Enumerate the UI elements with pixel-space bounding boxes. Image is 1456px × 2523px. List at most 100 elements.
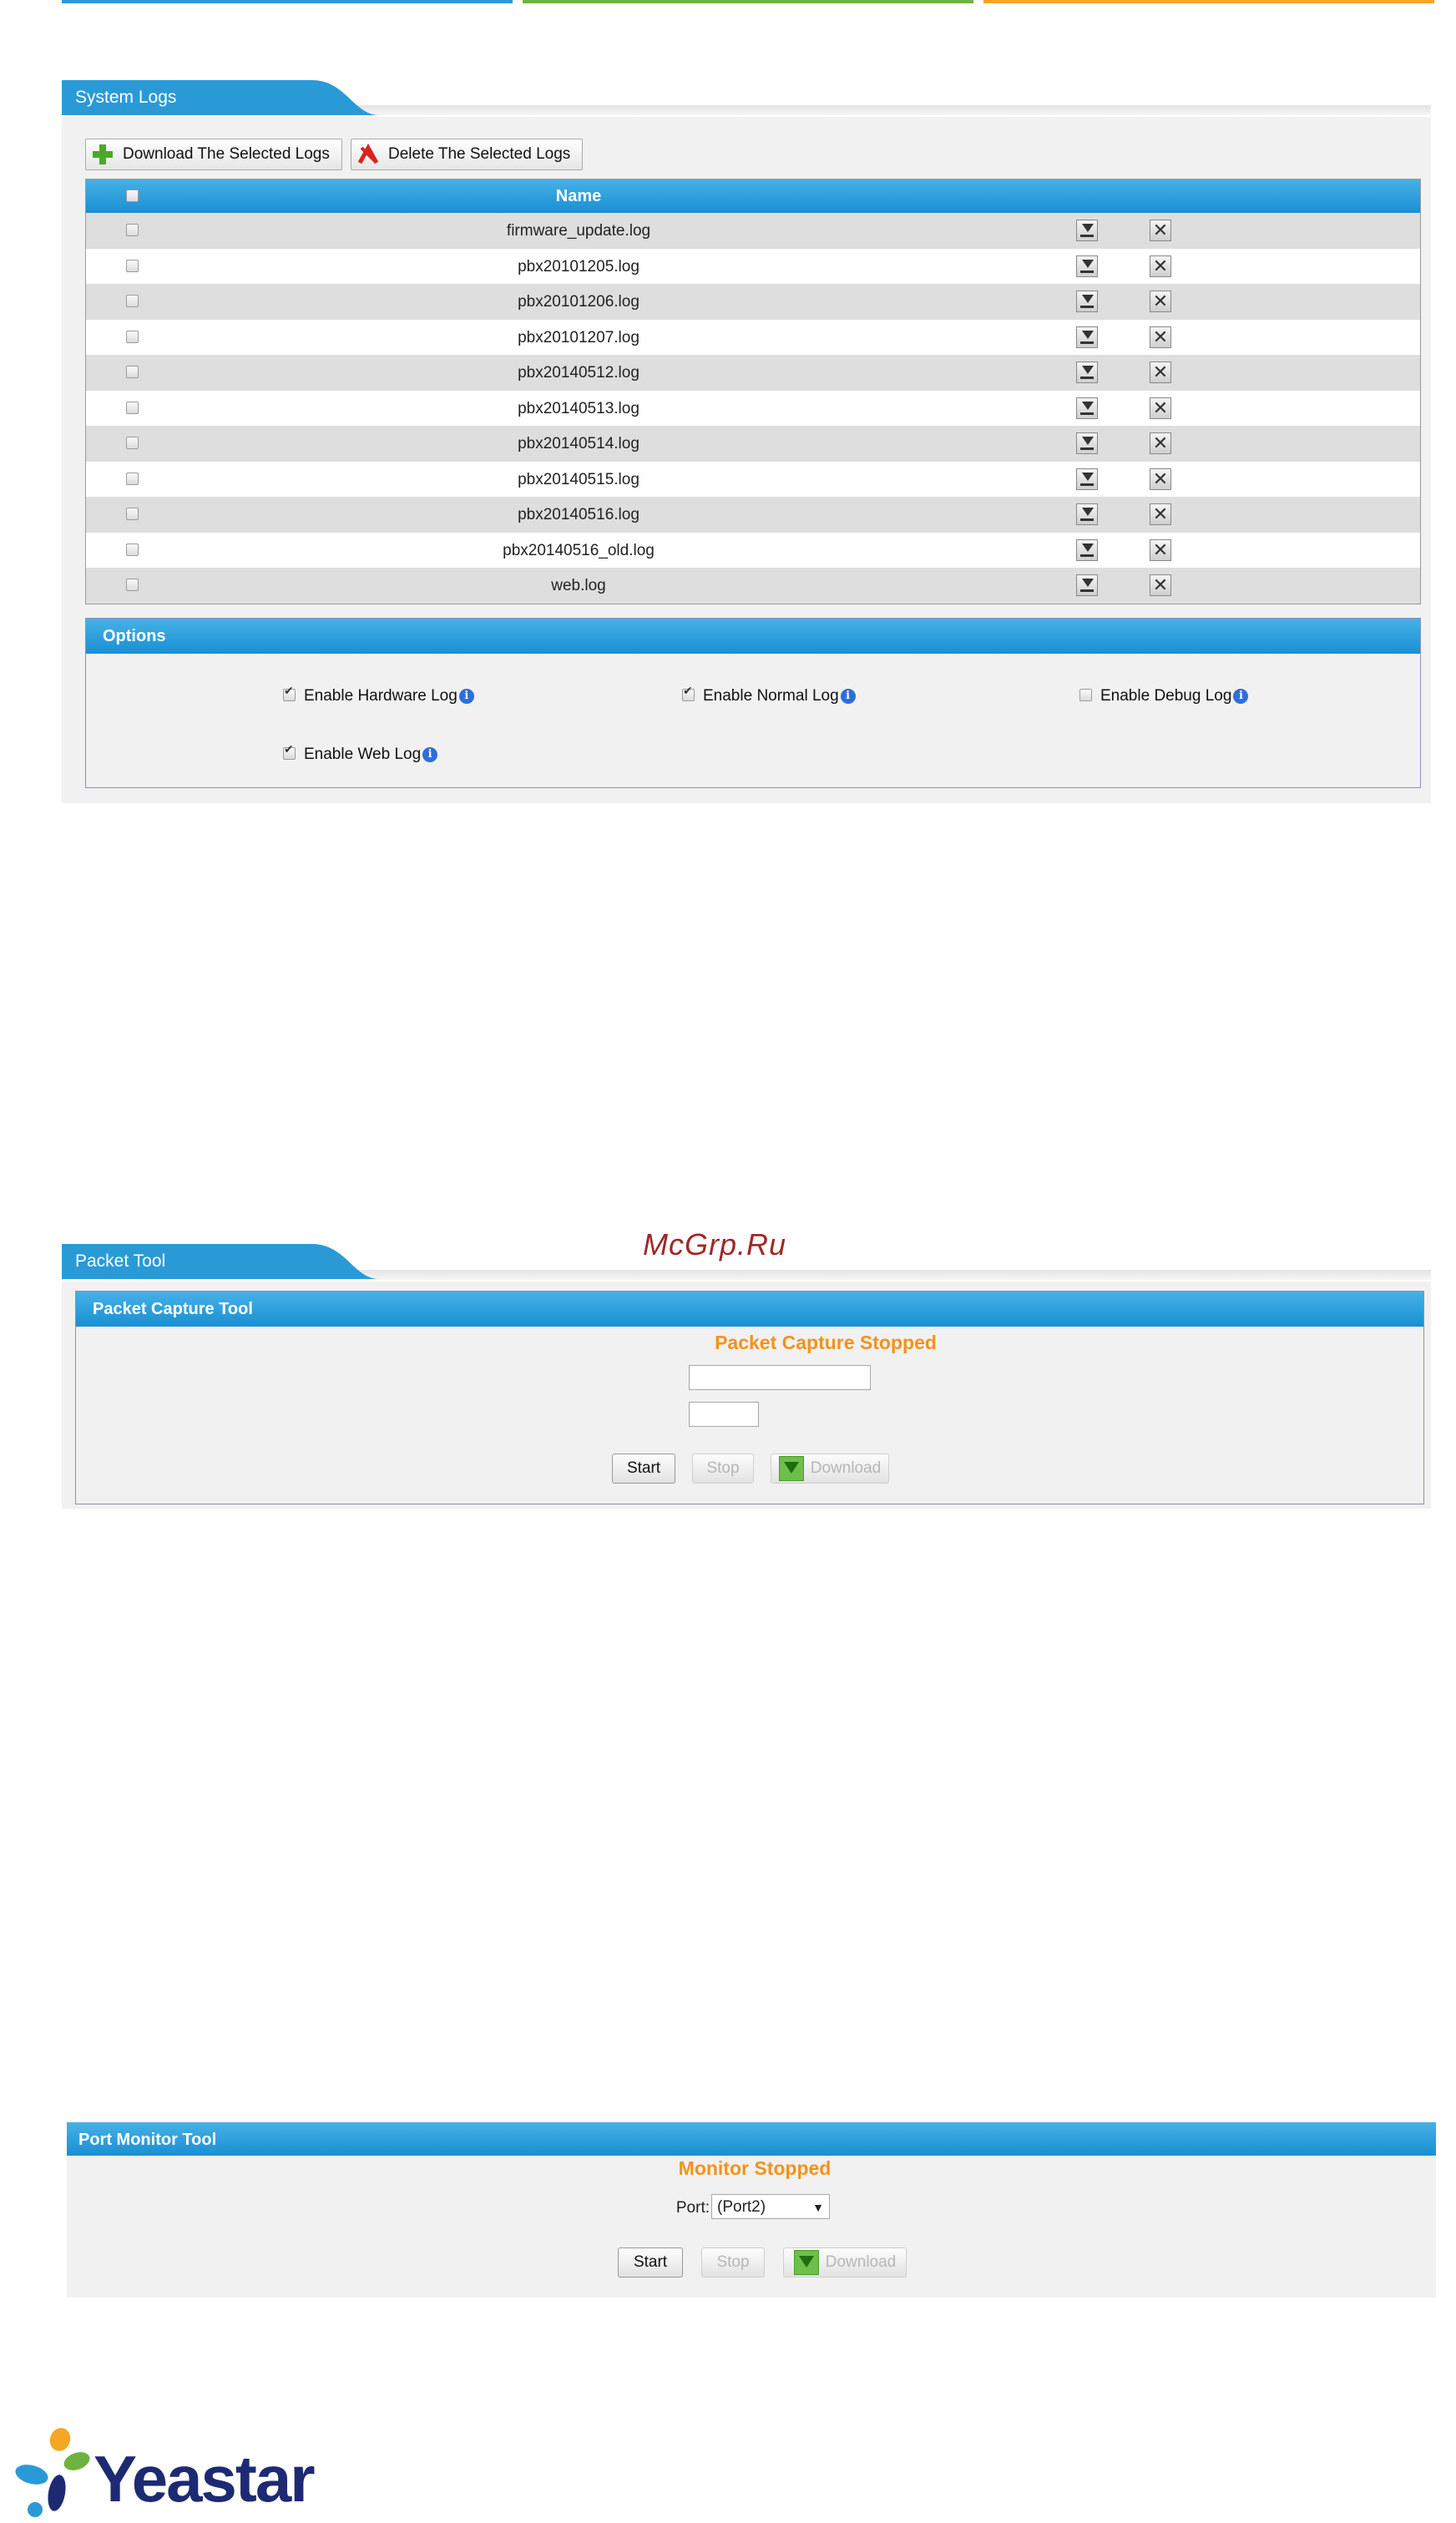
start-capture-button[interactable]: Start [612, 1454, 675, 1484]
start-capture-label: Start [626, 1459, 661, 1477]
download-selected-logs-button[interactable]: Download The Selected Logs [85, 139, 342, 170]
row-select-checkbox[interactable] [126, 401, 139, 414]
log-file-name: firmware_update.log [506, 222, 651, 240]
enable-normal-log-option[interactable]: Enable Normal Logi [682, 687, 856, 705]
enable-normal-log-checkbox[interactable] [682, 689, 695, 701]
table-row: pbx20140514.log ✕ [86, 426, 1420, 462]
enable-debug-log-label: Enable Debug Log [1100, 687, 1232, 705]
start-monitor-button[interactable]: Start [618, 2247, 683, 2278]
log-file-name: pbx20101207.log [518, 328, 640, 346]
download-log-icon[interactable] [1076, 291, 1098, 312]
download-capture-label: Download [810, 1459, 882, 1477]
download-arrow-icon [793, 2250, 819, 2275]
packet-tool-tab: Packet Tool [62, 1244, 379, 1279]
stop-monitor-button[interactable]: Stop [701, 2247, 765, 2278]
download-log-icon[interactable] [1076, 574, 1098, 596]
delete-log-icon[interactable]: ✕ [1150, 362, 1171, 383]
enable-hardware-log-option[interactable]: Enable Hardware Logi [283, 687, 474, 705]
yeastar-logo-text: Yeastar [94, 2442, 316, 2515]
row-select-checkbox[interactable] [126, 330, 139, 343]
delete-selected-logs-label: Delete The Selected Logs [388, 145, 571, 163]
dropdown-arrow-icon: ▼ [812, 2201, 824, 2214]
system-logs-tab: System Logs [62, 80, 379, 115]
download-log-icon[interactable] [1076, 362, 1098, 383]
log-file-name: pbx20140512.log [518, 364, 640, 382]
download-log-icon[interactable] [1076, 255, 1098, 277]
row-select-checkbox[interactable] [126, 366, 139, 378]
yeastar-logo-mark [15, 2428, 90, 2517]
plus-icon [91, 143, 114, 166]
download-arrow-icon [778, 1456, 804, 1481]
enable-hardware-log-checkbox[interactable] [283, 689, 296, 701]
stop-monitor-label: Stop [716, 2253, 750, 2271]
table-row: pbx20140516_old.log ✕ [86, 532, 1420, 568]
port-input[interactable] [689, 1402, 759, 1427]
delete-log-icon[interactable]: ✕ [1150, 255, 1171, 277]
download-log-icon[interactable] [1076, 220, 1098, 241]
enable-hardware-log-label: Enable Hardware Log [304, 687, 458, 705]
log-file-name: pbx20140514.log [518, 435, 640, 453]
row-select-checkbox[interactable] [126, 437, 139, 449]
log-file-name: pbx20101206.log [518, 293, 640, 311]
download-log-icon[interactable] [1076, 538, 1098, 561]
row-select-checkbox[interactable] [126, 224, 139, 236]
log-file-name: pbx20140515.log [518, 470, 640, 488]
info-icon[interactable]: i [422, 747, 438, 762]
start-monitor-label: Start [633, 2253, 668, 2271]
log-file-table: Name firmware_update.log ✕ pbx20101205.log… [85, 179, 1421, 604]
row-select-checkbox[interactable] [126, 543, 139, 556]
ip-input[interactable] [689, 1365, 871, 1390]
log-file-name: pbx20140516_old.log [503, 541, 655, 559]
info-icon[interactable]: i [458, 689, 474, 704]
delete-log-icon[interactable]: ✕ [1150, 538, 1171, 561]
download-log-icon[interactable] [1076, 432, 1098, 454]
enable-web-log-checkbox[interactable] [283, 747, 296, 760]
table-row: pbx20140512.log ✕ [86, 355, 1420, 391]
delete-log-icon[interactable]: ✕ [1150, 503, 1171, 525]
watermark-text: McGrp.Ru [643, 1227, 787, 1262]
top-bar-orange [983, 0, 1434, 3]
table-row: firmware_update.log ✕ [86, 213, 1420, 249]
delete-selected-logs-button[interactable]: Delete The Selected Logs [351, 139, 584, 170]
delete-log-icon[interactable]: ✕ [1150, 397, 1171, 419]
row-select-checkbox[interactable] [126, 508, 139, 520]
download-log-icon[interactable] [1076, 397, 1098, 419]
download-log-icon[interactable] [1076, 468, 1098, 490]
enable-normal-log-label: Enable Normal Log [703, 687, 839, 705]
port-select[interactable]: (Port2) ▼ [711, 2194, 830, 2219]
table-row: pbx20140515.log ✕ [86, 461, 1420, 497]
delete-log-icon[interactable]: ✕ [1150, 574, 1171, 596]
download-capture-button[interactable]: Download [771, 1454, 889, 1484]
packet-capture-status: Packet Capture Stopped [715, 1332, 937, 1353]
monitor-status: Monitor Stopped [678, 2157, 832, 2179]
select-all-checkbox[interactable] [126, 190, 139, 202]
row-select-checkbox[interactable] [126, 579, 139, 591]
enable-debug-log-option[interactable]: Enable Debug Log i [1079, 687, 1249, 705]
download-monitor-button[interactable]: Download [783, 2247, 907, 2278]
row-select-checkbox[interactable] [126, 472, 139, 485]
row-select-checkbox[interactable] [126, 259, 139, 272]
table-row: pbx20101206.log ✕ [86, 284, 1420, 320]
top-bar-blue [62, 0, 513, 3]
table-row: pbx20101207.log ✕ [86, 319, 1420, 355]
log-file-name: pbx20140513.log [518, 399, 640, 417]
download-monitor-label: Download [825, 2253, 897, 2271]
delete-x-icon [356, 143, 380, 166]
enable-debug-log-checkbox[interactable] [1079, 689, 1092, 701]
delete-log-icon[interactable]: ✕ [1150, 220, 1171, 241]
packet-tool-title: Packet Tool [75, 1251, 166, 1271]
download-log-icon[interactable] [1076, 326, 1098, 348]
delete-log-icon[interactable]: ✕ [1150, 468, 1171, 490]
enable-web-log-option[interactable]: Enable Web Logi [283, 746, 438, 764]
row-select-checkbox[interactable] [126, 295, 139, 307]
info-icon[interactable]: i [840, 689, 856, 704]
delete-log-icon[interactable]: ✕ [1150, 326, 1171, 348]
delete-log-icon[interactable]: ✕ [1150, 291, 1171, 312]
download-log-icon[interactable] [1076, 503, 1098, 525]
stop-capture-button[interactable]: Stop [692, 1454, 754, 1484]
packet-capture-header: Packet Capture Tool [76, 1292, 1423, 1327]
top-bar-green [523, 0, 973, 3]
system-logs-title: System Logs [75, 88, 177, 107]
delete-log-icon[interactable]: ✕ [1150, 432, 1171, 454]
info-icon[interactable]: i [1233, 689, 1249, 704]
